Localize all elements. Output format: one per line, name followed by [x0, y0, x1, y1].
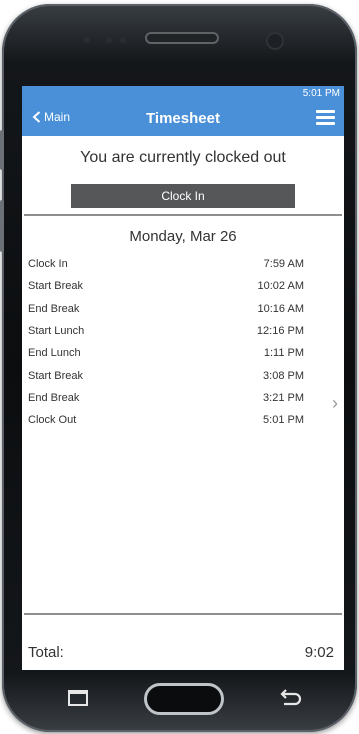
- entry-label: Clock Out: [28, 414, 77, 427]
- sensor-dot: [120, 37, 126, 43]
- list-item: Start Break 3:08 PM: [22, 364, 344, 386]
- divider: [24, 214, 342, 216]
- entry-time: 3:21 PM: [263, 391, 304, 404]
- entry-label: End Break: [28, 391, 80, 404]
- list-item: End Break 10:16 AM: [22, 298, 344, 320]
- app-screen: 5:01 PM Main Timesheet You are currently…: [22, 86, 344, 670]
- home-button[interactable]: [144, 683, 224, 715]
- list-item: Clock In 7:59 AM: [22, 253, 344, 275]
- list-item: End Lunch 1:11 PM: [22, 342, 344, 364]
- page-title: Timesheet: [146, 110, 220, 127]
- day-header: Monday, Mar 26: [129, 228, 237, 245]
- chevron-right-icon[interactable]: ›: [332, 393, 338, 414]
- entry-time: 12:16 PM: [256, 325, 304, 338]
- entry-time: 7:59 AM: [263, 258, 304, 271]
- entry-label: Clock In: [28, 258, 68, 271]
- earpiece-speaker: [147, 34, 217, 42]
- volume-up-button: [0, 130, 4, 170]
- navigation-bar: Main Timesheet: [22, 102, 344, 136]
- entry-time: 1:11 PM: [263, 347, 304, 360]
- sensor-dot: [84, 37, 90, 43]
- entry-label: Start Break: [28, 280, 84, 293]
- entry-time: 10:02 AM: [257, 280, 304, 293]
- entry-label: End Break: [28, 302, 80, 315]
- recent-apps-icon[interactable]: [68, 690, 88, 706]
- status-bar: 5:01 PM: [22, 86, 344, 102]
- list-item: Clock Out 5:01 PM: [22, 409, 344, 431]
- status-time: 5:01 PM: [302, 88, 340, 99]
- entry-label: End Lunch: [28, 347, 81, 360]
- total-label: Total:: [28, 644, 64, 661]
- front-camera: [268, 34, 282, 48]
- clock-in-button[interactable]: Clock In: [71, 184, 295, 208]
- sensor-dot: [106, 37, 112, 43]
- entry-time: 3:08 PM: [263, 369, 304, 382]
- divider: [24, 613, 342, 615]
- list-item: Start Break 10:02 AM: [22, 275, 344, 297]
- total-row: Total: 9:02: [28, 644, 334, 661]
- volume-down-button: [0, 200, 4, 252]
- timesheet-entries[interactable]: Clock In 7:59 AM Start Break 10:02 AM End …: [22, 253, 344, 431]
- list-item: End Break 3:21 PM: [22, 387, 344, 409]
- entry-time: 5:01 PM: [263, 414, 304, 427]
- back-arrow-icon[interactable]: [278, 688, 302, 708]
- total-value: 9:02: [304, 644, 334, 661]
- entry-label: Start Break: [28, 369, 84, 382]
- entry-label: Start Lunch: [28, 325, 85, 338]
- clock-status-text: You are currently clocked out: [80, 149, 286, 166]
- list-item: Start Lunch 12:16 PM: [22, 320, 344, 342]
- entry-time: 10:16 AM: [257, 302, 304, 315]
- hamburger-menu-icon[interactable]: [316, 110, 335, 126]
